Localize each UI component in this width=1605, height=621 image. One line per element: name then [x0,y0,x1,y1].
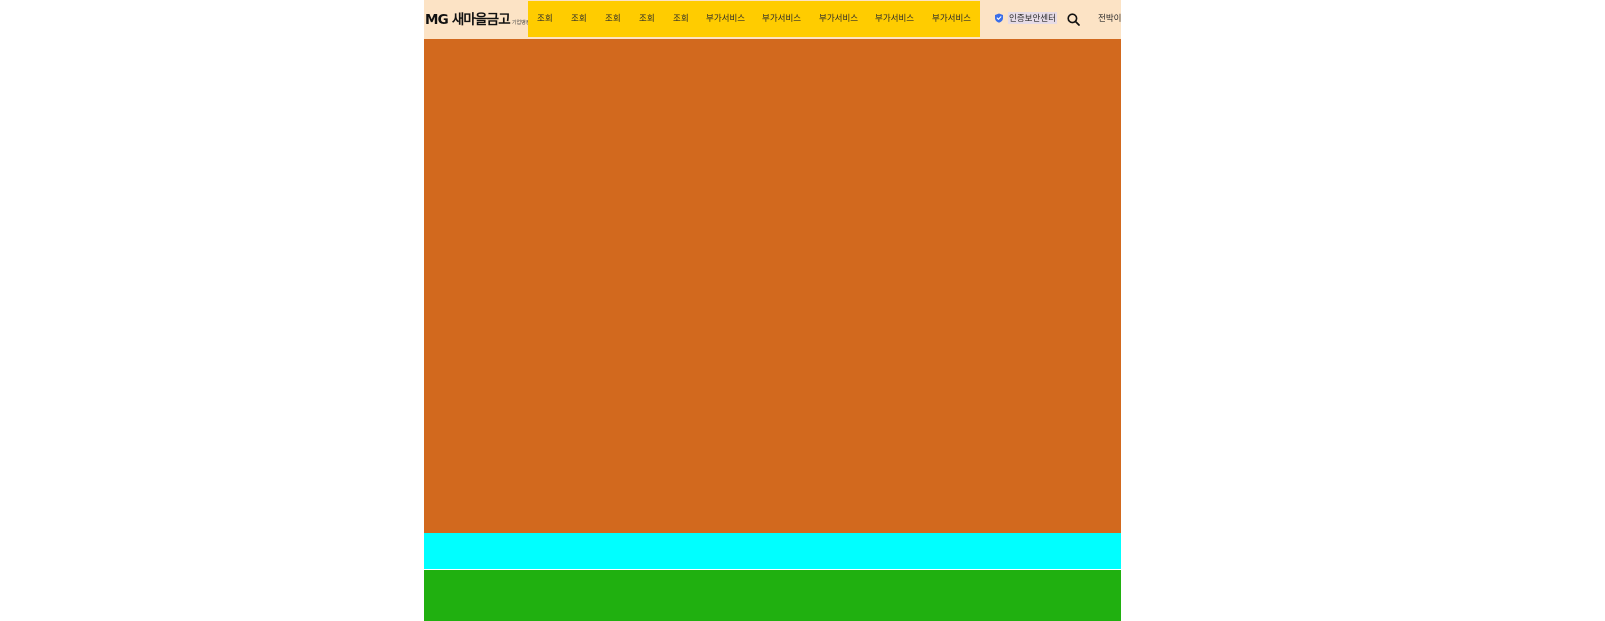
content-band-green [424,570,1121,621]
main-nav: 조회 조회 조회 조회 조회 부가서비스 부가서비스 부가서비스 부가서비스 부… [528,1,980,37]
nav-item-inquiry-1[interactable]: 조회 [537,1,553,37]
nav-item-inquiry-2[interactable]: 조회 [571,1,587,37]
site-header: MG 새마을금고 기업뱅킹 조회 조회 조회 조회 조회 부가서비스 부가서비스… [424,0,1121,39]
nav-item-inquiry-5[interactable]: 조회 [673,1,689,37]
content-band-cyan [424,533,1121,569]
nav-item-service-1[interactable]: 부가서비스 [706,1,745,37]
nav-item-service-3[interactable]: 부가서비스 [819,1,858,37]
security-center-label: 인증보안센터 [1008,12,1057,24]
header-misc-link[interactable]: 전박이 [1098,12,1121,24]
nav-item-service-2[interactable]: 부가서비스 [762,1,801,37]
nav-item-inquiry-4[interactable]: 조회 [639,1,655,37]
nav-item-service-4[interactable]: 부가서비스 [875,1,914,37]
nav-item-inquiry-3[interactable]: 조회 [605,1,621,37]
security-center-link[interactable]: 인증보안센터 [994,12,1057,24]
page: MG 새마을금고 기업뱅킹 조회 조회 조회 조회 조회 부가서비스 부가서비스… [424,0,1121,621]
logo[interactable]: MG 새마을금고 기업뱅킹 [425,8,530,30]
logo-text: MG 새마을금고 [425,12,511,28]
shield-check-icon [995,13,1003,23]
nav-item-service-5[interactable]: 부가서비스 [932,1,971,37]
hero-banner [424,39,1121,533]
search-icon[interactable] [1067,13,1080,26]
